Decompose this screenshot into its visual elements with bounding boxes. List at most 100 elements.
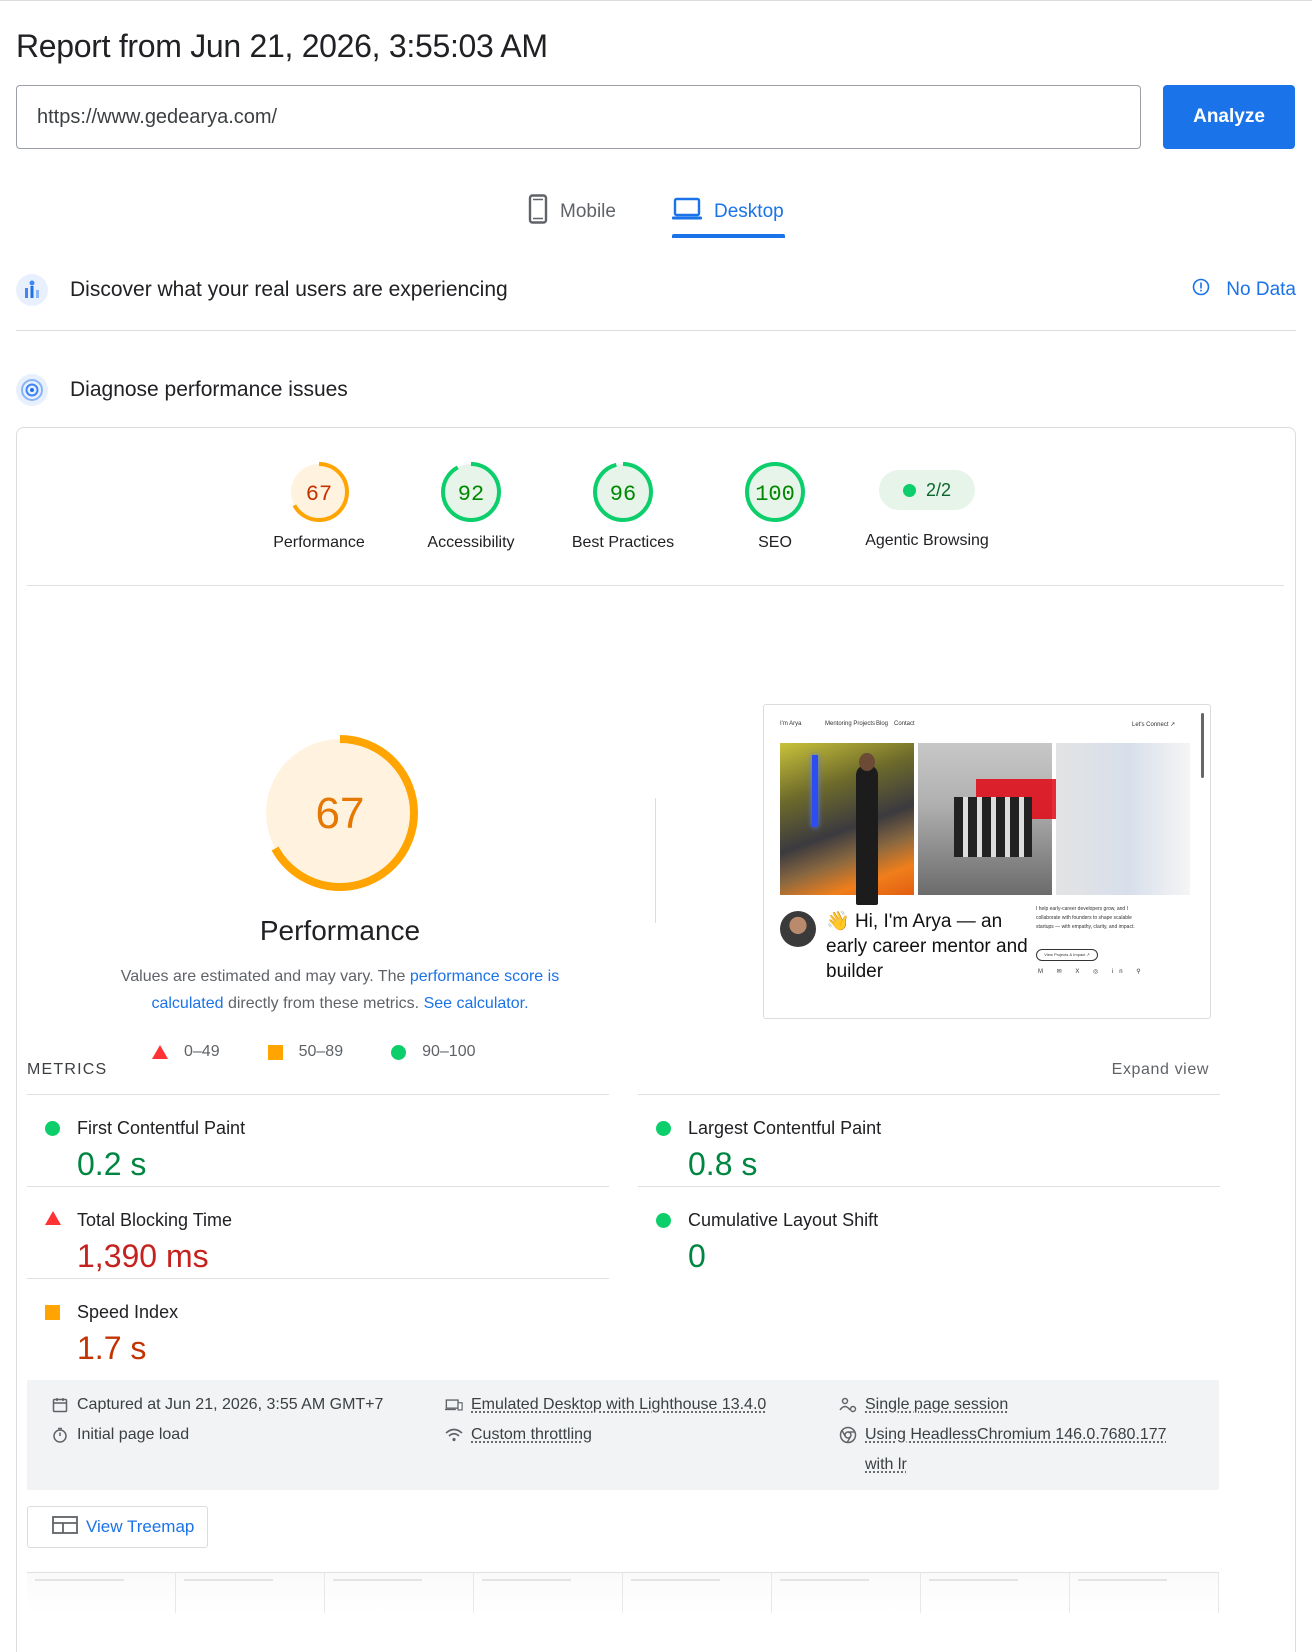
diagnose-section: Diagnose performance issues xyxy=(16,364,1296,416)
users-chart-icon xyxy=(16,274,48,306)
gauge-performance[interactable]: 67 Performance xyxy=(239,460,399,552)
legend-average-label: 50–89 xyxy=(298,1043,344,1060)
timer-icon xyxy=(51,1420,69,1450)
gauge-performance-score: 67 xyxy=(306,482,332,507)
treemap-icon xyxy=(52,1515,78,1539)
no-data-link[interactable]: No Data xyxy=(1192,264,1296,316)
gauge-best-practices[interactable]: 96 Best Practices xyxy=(543,460,703,552)
screenshot-scrollbar xyxy=(1201,713,1204,778)
screenshot-person-head xyxy=(859,753,875,771)
runtime-throttling-link[interactable]: Custom throttling xyxy=(471,1420,592,1450)
gauge-agentic-label: Agentic Browsing xyxy=(865,532,989,549)
filmstrip xyxy=(27,1572,1219,1613)
gauge-seo-score: 100 xyxy=(755,482,795,507)
screenshot-group xyxy=(954,797,1032,857)
screenshot-headline-text: Hi, I'm Arya — an early career mentor an… xyxy=(826,911,1028,982)
tab-mobile-label: Mobile xyxy=(560,201,616,222)
screenshot-brand: I'm Arya xyxy=(780,721,802,727)
metric-lcp-value: 0.8 s xyxy=(688,1146,758,1182)
square-icon xyxy=(267,1044,283,1060)
gauge-accessibility-label: Accessibility xyxy=(427,534,515,551)
gauge-accessibility-score: 92 xyxy=(458,482,484,507)
runtime-session[interactable]: Single page session xyxy=(839,1390,1008,1420)
legend-poor-label: 0–49 xyxy=(184,1043,220,1060)
performance-title: Performance xyxy=(259,915,421,946)
view-treemap-label: View Treemap xyxy=(86,1517,195,1536)
gauges-divider xyxy=(27,585,1284,586)
metric-tbt-label: Total Blocking Time xyxy=(77,1210,233,1230)
poor-triangle-icon xyxy=(45,1211,61,1225)
metric-tbt-value: 1,390 ms xyxy=(77,1238,209,1274)
metric-si: Speed Index 1.7 s xyxy=(27,1278,609,1370)
gauge-seo-label: SEO xyxy=(758,534,792,551)
screenshot-nav-link: Contact xyxy=(894,721,915,727)
url-input[interactable] xyxy=(16,85,1141,149)
desc-text-2: directly from these metrics. xyxy=(223,995,424,1012)
filmstrip-frame xyxy=(27,1573,176,1613)
metric-fcp-value: 0.2 s xyxy=(77,1146,147,1182)
section-divider xyxy=(16,330,1296,331)
desc-text-1: Values are estimated and may vary. The xyxy=(120,968,410,985)
pass-dot-icon xyxy=(902,483,916,497)
screenshot-nav-cta: Let's Connect ↗ xyxy=(1132,722,1176,728)
screenshot-photo-1 xyxy=(780,743,914,895)
filmstrip-frame xyxy=(1070,1573,1219,1613)
screenshot-avatar xyxy=(780,911,816,947)
metric-lcp: Largest Contentful Paint 0.8 s xyxy=(638,1094,1220,1186)
legend-good-label: 90–100 xyxy=(422,1043,476,1060)
vertical-divider xyxy=(655,798,656,923)
crux-title: Discover what your real users are experi… xyxy=(70,278,508,301)
view-treemap-button[interactable]: View Treemap xyxy=(27,1506,208,1548)
final-screenshot[interactable]: I'm Arya Mentoring Projects Blog Contact… xyxy=(763,704,1211,1019)
tab-desktop[interactable]: Desktop xyxy=(672,185,784,239)
screenshot-nav-link: Blog xyxy=(876,721,889,727)
runtime-emulated[interactable]: Emulated Desktop with Lighthouse 13.4.0 xyxy=(445,1390,766,1420)
runtime-browser[interactable]: Using HeadlessChromium 146.0.7680.177 wi… xyxy=(839,1420,1199,1480)
runtime-session-link[interactable]: Single page session xyxy=(865,1390,1008,1420)
good-circle-icon xyxy=(45,1121,60,1136)
runtime-captured-text: Captured at Jun 21, 2026, 3:55 AM GMT+7 xyxy=(77,1396,384,1413)
metric-fcp: First Contentful Paint 0.2 s xyxy=(27,1094,609,1186)
info-icon xyxy=(1192,278,1210,302)
screenshot-side-text: I help early-career developers grow, and… xyxy=(1036,906,1135,930)
metric-tbt: Total Blocking Time 1,390 ms xyxy=(27,1186,609,1278)
metrics-title: METRICS xyxy=(27,1061,108,1078)
tab-mobile[interactable]: Mobile xyxy=(528,185,616,239)
report-title: Report from Jun 21, 2026, 3:55:03 AM xyxy=(16,28,548,64)
gauge-seo[interactable]: 100 SEO xyxy=(695,460,855,552)
runtime-initial-load: Initial page load xyxy=(51,1420,189,1450)
expand-view-button[interactable]: Expand view xyxy=(1112,1061,1209,1079)
screenshot-headline: 👋 Hi, I'm Arya — an early career mentor … xyxy=(826,909,1046,984)
screenshot-light-bar xyxy=(812,755,818,827)
see-calculator-link[interactable]: See calculator. xyxy=(424,995,529,1012)
smartphone-icon xyxy=(528,194,548,230)
gauge-performance-ring: 67 xyxy=(289,462,349,522)
analyze-button[interactable]: Analyze xyxy=(1163,85,1295,149)
chromium-icon xyxy=(839,1420,857,1450)
agentic-value: 2/2 xyxy=(925,479,952,500)
good-circle-icon xyxy=(656,1213,671,1228)
filmstrip-frame xyxy=(623,1573,772,1613)
legend-average: 50–89 xyxy=(267,1043,344,1061)
performance-big-score: 67 xyxy=(316,789,365,838)
agentic-pill: 2/2 xyxy=(879,470,975,510)
gauge-performance-label: Performance xyxy=(273,534,365,551)
screenshot-social-icons: M ✉ X ◎ in ⚲ xyxy=(1038,969,1147,975)
gauge-best-practices-label: Best Practices xyxy=(571,534,675,551)
average-square-icon xyxy=(45,1305,60,1320)
device-tabs: Mobile Desktop xyxy=(0,185,1312,241)
diagnose-title: Diagnose performance issues xyxy=(70,378,348,401)
circle-icon xyxy=(391,1044,407,1060)
calendar-icon xyxy=(51,1390,69,1420)
runtime-emulated-link[interactable]: Emulated Desktop with Lighthouse 13.4.0 xyxy=(471,1390,766,1420)
wifi-icon xyxy=(445,1420,463,1450)
runtime-throttling[interactable]: Custom throttling xyxy=(445,1420,592,1450)
gauge-accessibility[interactable]: 92 Accessibility xyxy=(391,460,551,552)
filmstrip-frame xyxy=(772,1573,921,1613)
crux-section[interactable]: Discover what your real users are experi… xyxy=(16,264,1296,316)
target-icon xyxy=(16,374,48,406)
runtime-browser-link[interactable]: Using HeadlessChromium 146.0.7680.177 wi… xyxy=(865,1420,1199,1480)
category-gauges: 67 Performance 92 Accessibility 96 Best … xyxy=(17,460,1297,570)
gauge-agentic-browsing[interactable]: 2/2 Agentic Browsing xyxy=(847,460,1007,550)
gauge-accessibility-ring: 92 xyxy=(441,462,501,522)
